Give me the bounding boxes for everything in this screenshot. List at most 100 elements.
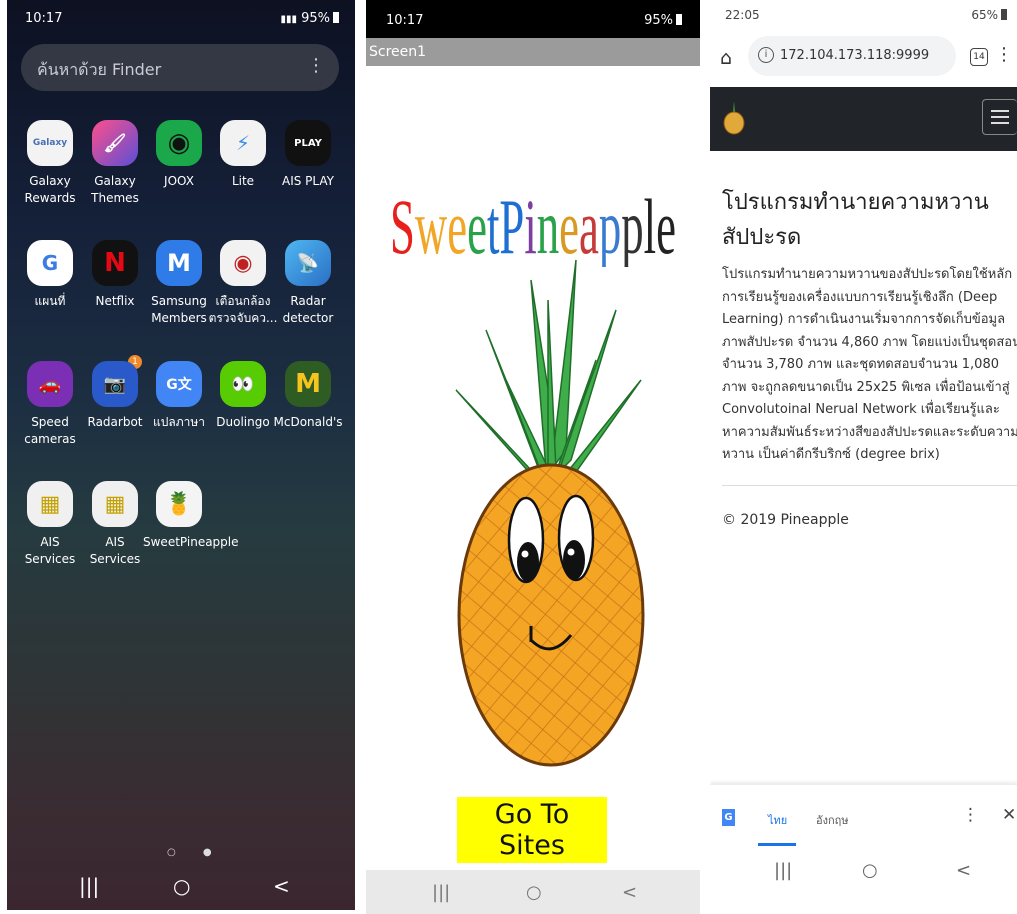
status-time: 10:17 bbox=[25, 11, 63, 26]
app-icon-graphic: M bbox=[285, 361, 331, 407]
app-icon-galaxy-themes[interactable]: 🖌 Galaxy Themes bbox=[79, 120, 151, 207]
status-bar: 22:05 65% bbox=[710, 0, 1017, 30]
navigation-bar: ||| ○ < bbox=[710, 846, 1017, 896]
app-icon-graphic: 🍍 bbox=[156, 481, 202, 527]
app-label: Radar detector bbox=[282, 294, 334, 325]
address-bar-url: 172.104.173.118:9999 bbox=[780, 48, 930, 63]
app-icon-ais-services[interactable]: ▦ AIS Services bbox=[79, 481, 151, 568]
home-button[interactable]: ○ bbox=[526, 882, 542, 903]
translate-close-icon[interactable]: ✕ bbox=[1002, 805, 1016, 825]
back-button[interactable]: < bbox=[273, 874, 290, 898]
battery-percent: 95% bbox=[301, 11, 330, 26]
divider bbox=[722, 485, 1017, 486]
footer-copyright: © 2019 Pineapple bbox=[722, 512, 849, 528]
app-icon-graphic: 🖌 bbox=[92, 120, 138, 166]
battery-icon bbox=[1001, 9, 1007, 20]
translate-options-icon[interactable]: ⋮ bbox=[962, 805, 979, 825]
status-bar: 10:17 ▮▮▮ 95% bbox=[7, 0, 355, 34]
app-label: AIS PLAY bbox=[282, 174, 334, 188]
app-icon-ais-play[interactable]: PLAY AIS PLAY bbox=[272, 120, 344, 190]
app-label: เตือนกล้อง ตรวจจับคว... bbox=[208, 294, 278, 325]
app-label: แผนที่ bbox=[34, 294, 66, 308]
app-label: SweetPineapple bbox=[143, 535, 239, 549]
home-screen: 10:17 ▮▮▮ 95% ค้นหาด้วย Finder ⋮ Galaxy G… bbox=[7, 0, 355, 910]
browser-screen: 22:05 65% ⌂ i 172.104.173.118:9999 14 ⋮ … bbox=[710, 0, 1017, 914]
app-icon-graphic: ◉ bbox=[156, 120, 202, 166]
pineapple-logo-icon[interactable] bbox=[722, 101, 746, 135]
finder-search-placeholder: ค้นหาด้วย Finder bbox=[37, 60, 162, 79]
tab-switcher-button[interactable]: 14 bbox=[970, 48, 988, 66]
status-time: 10:17 bbox=[386, 13, 424, 28]
finder-search-bar[interactable]: ค้นหาด้วย Finder ⋮ bbox=[21, 44, 339, 91]
app-label: JOOX bbox=[164, 174, 194, 188]
app-icon-graphic: PLAY bbox=[285, 120, 331, 166]
browser-menu-icon[interactable]: ⋮ bbox=[995, 44, 1013, 65]
app-icon-graphic: 🚗 bbox=[27, 361, 73, 407]
page-heading: โปรแกรมทำนายความหวานสัปปะรด bbox=[722, 190, 989, 250]
address-bar[interactable]: i 172.104.173.118:9999 bbox=[748, 36, 956, 76]
recents-button[interactable]: ||| bbox=[774, 860, 792, 881]
status-time: 22:05 bbox=[725, 8, 760, 22]
app-icon-graphic: G bbox=[27, 240, 73, 286]
pineapple-mascot-image bbox=[455, 259, 645, 767]
status-icons: 65% bbox=[971, 8, 1007, 22]
sweetpineapple-app: 10:17 95% Screen1 SweetPineapple Go To S… bbox=[366, 0, 700, 914]
back-button[interactable]: < bbox=[956, 860, 971, 881]
go-to-sites-button[interactable]: Go To Sites bbox=[457, 797, 607, 863]
app-icon-graphic: ⚡ bbox=[220, 120, 266, 166]
app-label: Samsung Members bbox=[151, 294, 207, 325]
status-icons: ▮▮▮ 95% bbox=[276, 11, 339, 26]
app-icon-lite[interactable]: ⚡ Lite bbox=[207, 120, 279, 190]
pineapple-body bbox=[457, 463, 645, 767]
app-icon-galaxy-rewards[interactable]: Galaxy Galaxy Rewards bbox=[14, 120, 86, 207]
app-label: Lite bbox=[231, 174, 255, 188]
recents-button[interactable]: ||| bbox=[79, 874, 99, 898]
app-icon-graphic: ◉ bbox=[220, 240, 266, 286]
home-button[interactable]: ○ bbox=[862, 860, 878, 881]
app-label: Radarbot bbox=[87, 415, 143, 429]
app-icon-samsung-members[interactable]: M Samsung Members bbox=[143, 240, 215, 327]
language-tab-thai[interactable]: ไทย bbox=[768, 811, 787, 829]
app-label: McDonald's bbox=[273, 415, 343, 429]
app-icon-graphic: 📡 bbox=[285, 240, 331, 286]
battery-percent: 65% bbox=[971, 8, 998, 22]
app-icon-แปลภาษา[interactable]: G文 แปลภาษา bbox=[143, 361, 215, 431]
screen-title: Screen1 bbox=[366, 38, 700, 66]
more-options-icon[interactable]: ⋮ bbox=[307, 55, 325, 76]
app-icon-เตือนกล้อง-ตรวจจับคว[interactable]: ◉ เตือนกล้อง ตรวจจับคว... bbox=[207, 240, 279, 327]
page-content: โปรแกรมทำนายความหวานสัปปะรด โปรแกรมทำนาย… bbox=[722, 184, 1017, 467]
app-icon-graphic: ▦ bbox=[27, 481, 73, 527]
logo-letter: S bbox=[390, 183, 415, 267]
battery-percent: 95% bbox=[644, 13, 673, 28]
battery-icon bbox=[333, 12, 339, 23]
app-icon-speed-cameras[interactable]: 🚗 Speed cameras bbox=[14, 361, 86, 448]
hamburger-menu-icon[interactable] bbox=[982, 99, 1017, 135]
browser-home-icon[interactable]: ⌂ bbox=[720, 47, 732, 69]
language-tab-english[interactable]: อังกฤษ bbox=[816, 811, 849, 829]
app-icon-radar-detector[interactable]: 📡 Radar detector bbox=[272, 240, 344, 327]
app-label: Speed cameras bbox=[24, 415, 76, 446]
app-icon-netflix[interactable]: N Netflix bbox=[79, 240, 151, 310]
recents-button[interactable]: ||| bbox=[432, 882, 450, 903]
app-label: Netflix bbox=[95, 294, 135, 308]
signal-icon: ▮▮▮ bbox=[280, 14, 297, 25]
app-icon-joox[interactable]: ◉ JOOX bbox=[143, 120, 215, 190]
app-icon-sweetpineapple[interactable]: 🍍 SweetPineapple bbox=[143, 481, 239, 551]
translate-bar: G ไทย อังกฤษ ⋮ ✕ bbox=[710, 784, 1017, 847]
page-indicator[interactable]: ○ ● bbox=[167, 847, 224, 858]
app-icon-แผนที่[interactable]: G แผนที่ bbox=[14, 240, 86, 310]
app-icon-graphic: 📷 bbox=[92, 361, 138, 407]
app-label: AIS Services bbox=[89, 535, 141, 566]
google-translate-icon: G bbox=[722, 809, 735, 826]
site-navbar bbox=[710, 87, 1017, 151]
back-button[interactable]: < bbox=[622, 882, 637, 903]
app-icon-graphic: 👀 bbox=[220, 361, 266, 407]
app-icon-graphic: ▦ bbox=[92, 481, 138, 527]
navigation-bar: ||| ○ < bbox=[366, 870, 700, 914]
app-icon-mcdonald-s[interactable]: M McDonald's bbox=[272, 361, 344, 431]
site-info-icon[interactable]: i bbox=[758, 47, 774, 63]
app-icon-duolingo[interactable]: 👀 Duolingo bbox=[207, 361, 279, 431]
home-button[interactable]: ○ bbox=[173, 874, 190, 898]
app-icon-ais-services[interactable]: ▦ AIS Services bbox=[14, 481, 86, 568]
app-icon-radarbot[interactable]: 1 📷 Radarbot bbox=[79, 355, 151, 431]
